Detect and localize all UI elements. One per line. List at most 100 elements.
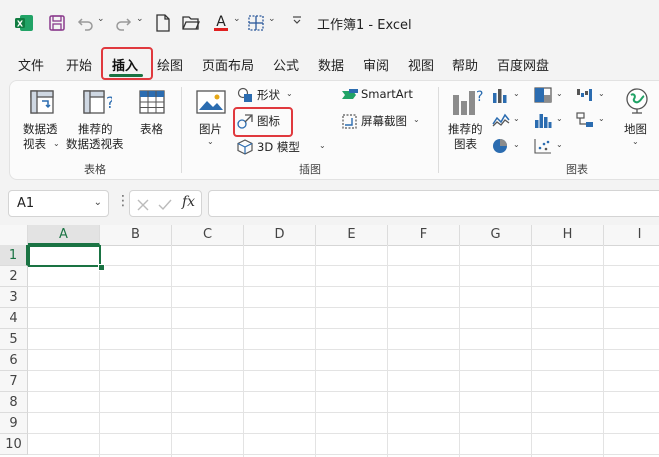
customize-qat-icon[interactable] — [292, 15, 302, 28]
enter-check-icon[interactable] — [158, 197, 172, 216]
tab-page-layout[interactable]: 页面布局 — [202, 55, 254, 74]
illustrations-group-label: 插图 — [299, 163, 321, 176]
row-header[interactable]: 1 — [0, 245, 28, 266]
column-header[interactable]: B — [100, 225, 172, 245]
icons-button-highlight — [233, 107, 293, 137]
svg-text:?: ? — [106, 93, 112, 112]
tab-draw[interactable]: 绘图 — [157, 55, 183, 74]
column-header[interactable]: F — [388, 225, 460, 245]
column-header[interactable]: C — [172, 225, 244, 245]
active-cell-A1[interactable] — [28, 245, 101, 267]
group-separator — [438, 87, 439, 173]
table-icon — [138, 88, 166, 120]
pictures-dropdown-icon[interactable]: ⌄ — [207, 137, 214, 146]
pivot-table-label-2: 视表 — [23, 137, 46, 151]
combo-chart-dropdown-icon[interactable]: ⌄ — [598, 114, 605, 123]
window-title: 工作簿1 - Excel — [317, 18, 412, 33]
hierarchy-chart-dropdown-icon[interactable]: ⌄ — [556, 89, 563, 98]
open-folder-icon[interactable] — [181, 13, 201, 33]
recommended-pivot-label-1: 推荐的 — [78, 122, 113, 136]
name-box-value: A1 — [17, 196, 35, 211]
row-header[interactable]: 4 — [0, 308, 28, 329]
pictures-label: 图片 — [199, 122, 222, 136]
statistic-chart-dropdown-icon[interactable]: ⌄ — [556, 114, 563, 123]
3d-models-dropdown-icon[interactable]: ⌄ — [319, 141, 326, 150]
shapes-label: 形状 — [257, 88, 280, 102]
pie-chart-icon[interactable] — [492, 138, 510, 158]
name-box-dropdown-icon[interactable]: ⌄ — [94, 197, 102, 208]
more-options-icon[interactable]: ⋮ — [116, 193, 130, 209]
scatter-chart-icon[interactable] — [534, 138, 552, 158]
recommended-pivot-label-2: 数据透视表 — [66, 137, 124, 151]
column-header[interactable]: H — [532, 225, 604, 245]
column-header[interactable]: E — [316, 225, 388, 245]
grid-column-line — [603, 245, 604, 457]
maps-dropdown-icon[interactable]: ⌄ — [632, 137, 639, 146]
row-header[interactable]: 3 — [0, 287, 28, 308]
pivot-table-dropdown-icon[interactable]: ⌄ — [53, 139, 60, 148]
column-chart-dropdown-icon[interactable]: ⌄ — [513, 89, 520, 98]
3d-model-icon — [237, 139, 253, 159]
3d-models-label: 3D 模型 — [257, 140, 300, 154]
grid-column-line — [315, 245, 316, 457]
scatter-chart-dropdown-icon[interactable]: ⌄ — [556, 140, 563, 149]
waterfall-chart-icon[interactable] — [576, 87, 594, 107]
borders-icon[interactable] — [246, 13, 266, 33]
column-header[interactable]: I — [604, 225, 659, 245]
tab-formulas[interactable]: 公式 — [273, 55, 299, 74]
name-box[interactable]: A1 ⌄ — [8, 190, 109, 217]
row-header[interactable]: 5 — [0, 329, 28, 350]
tab-home[interactable]: 开始 — [66, 55, 92, 74]
tab-view[interactable]: 视图 — [408, 55, 434, 74]
tab-help[interactable]: 帮助 — [452, 55, 478, 74]
tab-insert-highlight — [101, 47, 153, 80]
borders-dropdown-icon[interactable]: ⌄ — [268, 14, 276, 24]
excel-logo-icon: X — [14, 13, 34, 33]
tab-file[interactable]: 文件 — [18, 55, 44, 74]
font-color-icon[interactable]: A — [211, 13, 231, 33]
worksheet-grid[interactable]: ABCDEFGHI 1 2 3 4 5 6 7 8 9 10 — [0, 225, 659, 457]
column-header[interactable]: A — [28, 225, 100, 245]
select-all-corner[interactable] — [0, 225, 28, 245]
line-chart-dropdown-icon[interactable]: ⌄ — [513, 114, 520, 123]
grid-row-line — [28, 391, 659, 392]
maps-label: 地图 — [624, 122, 647, 136]
cancel-icon[interactable] — [136, 197, 150, 216]
font-color-dropdown-icon[interactable]: ⌄ — [233, 14, 241, 24]
row-header[interactable]: 6 — [0, 350, 28, 371]
grid-column-line — [99, 245, 100, 457]
column-header[interactable]: D — [244, 225, 316, 245]
fill-handle[interactable] — [98, 264, 105, 271]
column-header[interactable]: G — [460, 225, 532, 245]
formula-input[interactable] — [208, 190, 659, 217]
screenshot-label: 屏幕截图 — [361, 114, 407, 128]
screenshot-dropdown-icon[interactable]: ⌄ — [413, 115, 420, 124]
tab-baidu-netdisk[interactable]: 百度网盘 — [497, 55, 549, 74]
grid-row-line — [28, 412, 659, 413]
undo-dropdown-icon[interactable]: ⌄ — [97, 14, 105, 24]
screenshot-icon — [341, 113, 358, 134]
hierarchy-chart-icon[interactable] — [534, 87, 552, 107]
row-header[interactable]: 7 — [0, 371, 28, 392]
row-header[interactable]: 9 — [0, 413, 28, 434]
statistic-chart-icon[interactable] — [534, 112, 552, 132]
shapes-dropdown-icon[interactable]: ⌄ — [286, 89, 293, 98]
table-label: 表格 — [140, 122, 163, 136]
line-chart-icon[interactable] — [492, 112, 510, 132]
tab-review[interactable]: 审阅 — [363, 55, 389, 74]
column-chart-icon[interactable] — [492, 87, 510, 107]
undo-icon[interactable] — [76, 13, 96, 33]
new-file-icon[interactable] — [153, 13, 173, 33]
tab-data[interactable]: 数据 — [318, 55, 344, 74]
charts-group-label: 图表 — [566, 163, 588, 176]
row-header[interactable]: 8 — [0, 392, 28, 413]
redo-dropdown-icon[interactable]: ⌄ — [136, 14, 144, 24]
redo-icon[interactable] — [113, 13, 133, 33]
waterfall-chart-dropdown-icon[interactable]: ⌄ — [598, 89, 605, 98]
save-icon[interactable] — [47, 13, 67, 33]
pie-chart-dropdown-icon[interactable]: ⌄ — [513, 140, 520, 149]
combo-chart-icon[interactable] — [576, 112, 594, 132]
insert-function-icon[interactable]: fx — [182, 194, 195, 210]
row-header[interactable]: 10 — [0, 434, 28, 455]
row-header[interactable]: 2 — [0, 266, 28, 287]
